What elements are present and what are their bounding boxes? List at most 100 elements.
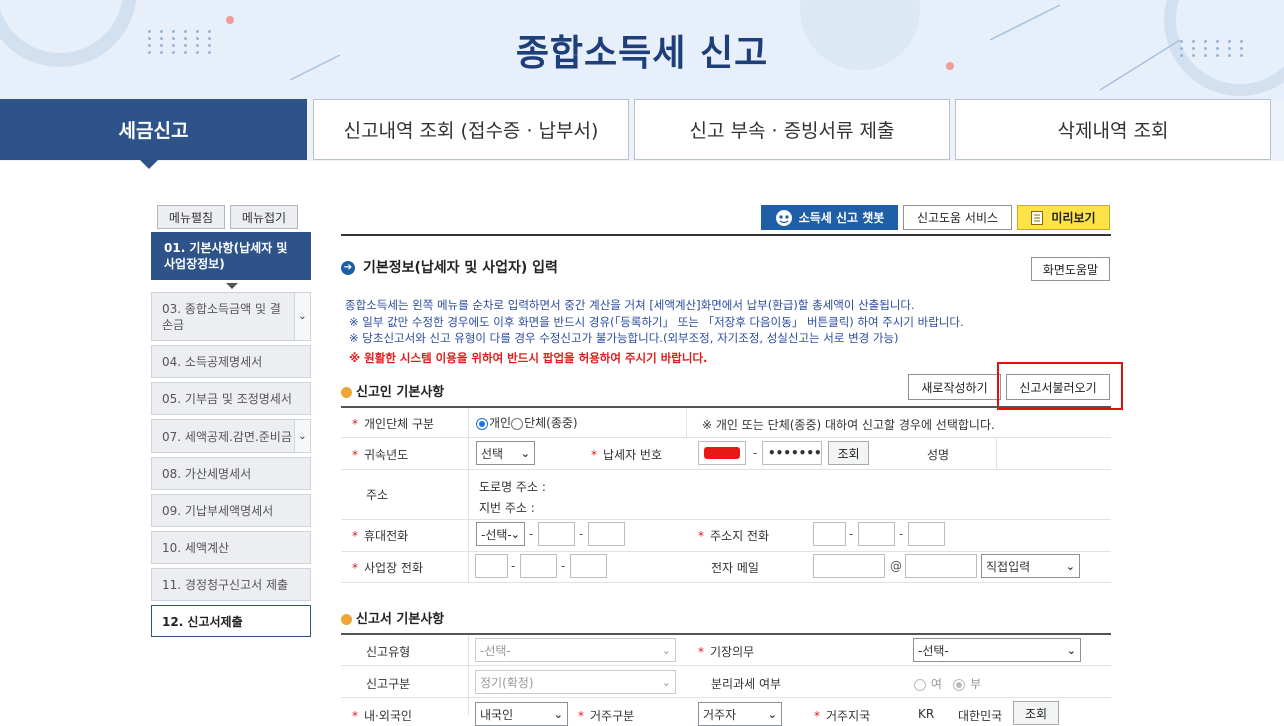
load-form-button[interactable]: 신고서불러오기	[1006, 374, 1110, 400]
chevron-down-icon[interactable]: ⌄	[294, 420, 310, 452]
mobile-middle-input[interactable]	[538, 522, 575, 546]
tab-deleted-history[interactable]: 삭제내역 조회	[955, 99, 1271, 160]
sidebar-item-label: 01. 기본사항(납세자 및 사업장정보)	[164, 241, 288, 271]
year-select[interactable]: 선택 ⌄	[476, 441, 535, 465]
email-id-input[interactable]	[813, 554, 885, 578]
nationality-value: 내국인	[480, 707, 514, 722]
report-type-label: 신고유형	[366, 645, 411, 659]
report-type-value: -선택-	[480, 643, 511, 658]
chatbot-label: 소득세 신고 챗봇	[798, 211, 885, 225]
country-name: 대한민국	[958, 709, 1003, 723]
sidebar-item-basic-info[interactable]: 01. 기본사항(납세자 및 사업장정보)	[151, 232, 311, 280]
chatbot-button[interactable]: 소득세 신고 챗봇	[761, 205, 898, 230]
mobile-last-input[interactable]	[588, 522, 625, 546]
field-label: * 내·외국인	[352, 709, 412, 723]
arrow-right-icon: ➔	[341, 261, 355, 275]
sidebar-item-label: 03. 종합소득금액 및 결손금	[162, 301, 281, 332]
mobile-prefix-select[interactable]: -선택- ⌄	[476, 522, 525, 546]
preview-label: 미리보기	[1051, 211, 1096, 225]
home-phone-area-input[interactable]	[813, 522, 846, 546]
report-type-select[interactable]: -선택- ⌄	[475, 638, 676, 662]
reporter-section-title-text: 신고인 기본사항	[356, 385, 445, 400]
year-value: 선택	[481, 446, 504, 461]
road-address-label: 도로명 주소 :	[479, 480, 546, 494]
residence-class-select[interactable]: 거주자 ⌄	[698, 702, 782, 726]
separator: -	[511, 559, 516, 573]
business-phone-last-input[interactable]	[570, 554, 607, 578]
sidebar-item-label: 05. 기부금 및 조정명세서	[162, 392, 292, 406]
person-type-radio-group: 개인 단체(종중)	[476, 414, 578, 431]
home-phone-last-input[interactable]	[908, 522, 945, 546]
report-section-title-text: 신고서 기본사항	[356, 612, 445, 627]
sidebar-item-prepaid-tax[interactable]: 09. 기납부세액명세서	[151, 494, 311, 527]
menu-expand-button[interactable]: 메뉴펼침	[157, 205, 225, 229]
field-label: * 사업장 전화	[352, 561, 424, 575]
name-label: 성명	[927, 448, 950, 462]
sidebar-item-deductions[interactable]: 04. 소득공제명세서	[151, 345, 311, 378]
nationality-select[interactable]: 내국인 ⌄	[475, 702, 568, 726]
chevron-down-icon[interactable]: ⌄	[294, 293, 310, 340]
country-lookup-button[interactable]: 조회	[1013, 701, 1059, 725]
field-label: * 주소지 전화	[698, 529, 770, 543]
chevron-down-icon: ⌄	[1066, 643, 1076, 657]
radio-label: 부	[970, 677, 982, 691]
lot-address-label: 지번 주소 :	[479, 501, 535, 515]
separator: -	[579, 527, 584, 541]
radio-label: 개인	[489, 416, 512, 430]
chevron-down-icon: ⌄	[520, 446, 530, 460]
field-label: * 거주구분	[578, 709, 635, 723]
email-label: 전자 메일	[711, 561, 759, 575]
email-domain-input[interactable]	[905, 554, 977, 578]
radio-group[interactable]	[511, 417, 524, 430]
tab-tax-filing[interactable]: 세금신고	[0, 99, 307, 160]
chevron-down-icon: ⌄	[553, 707, 563, 721]
home-phone-middle-input[interactable]	[858, 522, 895, 546]
report-class-select[interactable]: 정기(확정) ⌄	[475, 670, 676, 694]
tab-filing-history[interactable]: 신고내역 조회 (접수증 · 납부서)	[313, 99, 629, 160]
sidebar-item-submit[interactable]: 12. 신고서제출	[151, 605, 311, 637]
radio-yes[interactable]	[914, 678, 926, 691]
sidebar-item-label: 07. 세액공제.감면.준비금	[162, 429, 292, 444]
email-domain-select[interactable]: 직접입력 ⌄	[981, 554, 1080, 578]
separator: -	[849, 527, 854, 541]
mobile-label: 휴대전화	[364, 529, 409, 543]
report-section-title: 신고서 기본사항	[341, 608, 444, 627]
taxpayer-no-front-input[interactable]	[698, 441, 746, 465]
active-tab-indicator	[140, 160, 158, 169]
chevron-down-icon: ⌄	[661, 675, 671, 689]
chevron-down-icon: ⌄	[510, 527, 520, 541]
sidebar-item-correction-claim[interactable]: 11. 경정청구신고서 제출	[151, 568, 311, 601]
bookkeeping-select[interactable]: -선택- ⌄	[913, 638, 1081, 662]
sidebar-item-income[interactable]: 03. 종합소득금액 및 결손금 ⌄	[151, 292, 311, 341]
country-code: KR	[918, 707, 935, 721]
radio-no[interactable]	[953, 678, 966, 691]
sidebar-item-tax-calc[interactable]: 10. 세액계산	[151, 531, 311, 564]
screen-help-button[interactable]: 화면도움말	[1031, 257, 1110, 281]
tab-attachments[interactable]: 신고 부속 · 증빙서류 제출	[634, 99, 950, 160]
residence-country-label: 거주지국	[826, 709, 871, 723]
section-basic-title: ➔ 기본정보(납세자 및 사업자) 입력	[341, 257, 558, 277]
sidebar-item-donations[interactable]: 05. 기부금 및 조정명세서	[151, 382, 311, 415]
help-service-button[interactable]: 신고도움 서비스	[903, 205, 1012, 230]
business-phone-middle-input[interactable]	[520, 554, 557, 578]
sidebar-item-tax-credits[interactable]: 07. 세액공제.감면.준비금 ⌄	[151, 419, 311, 453]
field-label: * 납세자 번호	[591, 448, 663, 462]
new-form-button[interactable]: 새로작성하기	[908, 374, 1001, 400]
business-phone-area-input[interactable]	[475, 554, 508, 578]
info-text: ※ 일부 값만 수정한 경우에도 이후 화면을 반드시 경유(「등록하기」 또는…	[349, 315, 964, 329]
taxpayer-lookup-button[interactable]: 조회	[828, 441, 869, 465]
bullet-icon	[341, 387, 352, 398]
separator: -	[529, 527, 534, 541]
year-label: 귀속년도	[364, 448, 409, 462]
nationality-label: 내·외국인	[364, 709, 412, 723]
preview-button[interactable]: 미리보기	[1017, 205, 1110, 230]
separator: -	[561, 559, 566, 573]
radio-individual[interactable]	[476, 417, 488, 430]
taxpayer-no-back-input[interactable]: •••••••	[762, 441, 822, 465]
menu-collapse-button[interactable]: 메뉴접기	[230, 205, 298, 229]
bullet-icon	[341, 614, 352, 625]
separate-tax-label: 분리과세 여부	[711, 677, 782, 691]
chevron-down-icon: ⌄	[767, 707, 777, 721]
header-banner: 종합소득세 신고	[0, 0, 1284, 100]
sidebar-item-additional-tax[interactable]: 08. 가산세명세서	[151, 457, 311, 490]
